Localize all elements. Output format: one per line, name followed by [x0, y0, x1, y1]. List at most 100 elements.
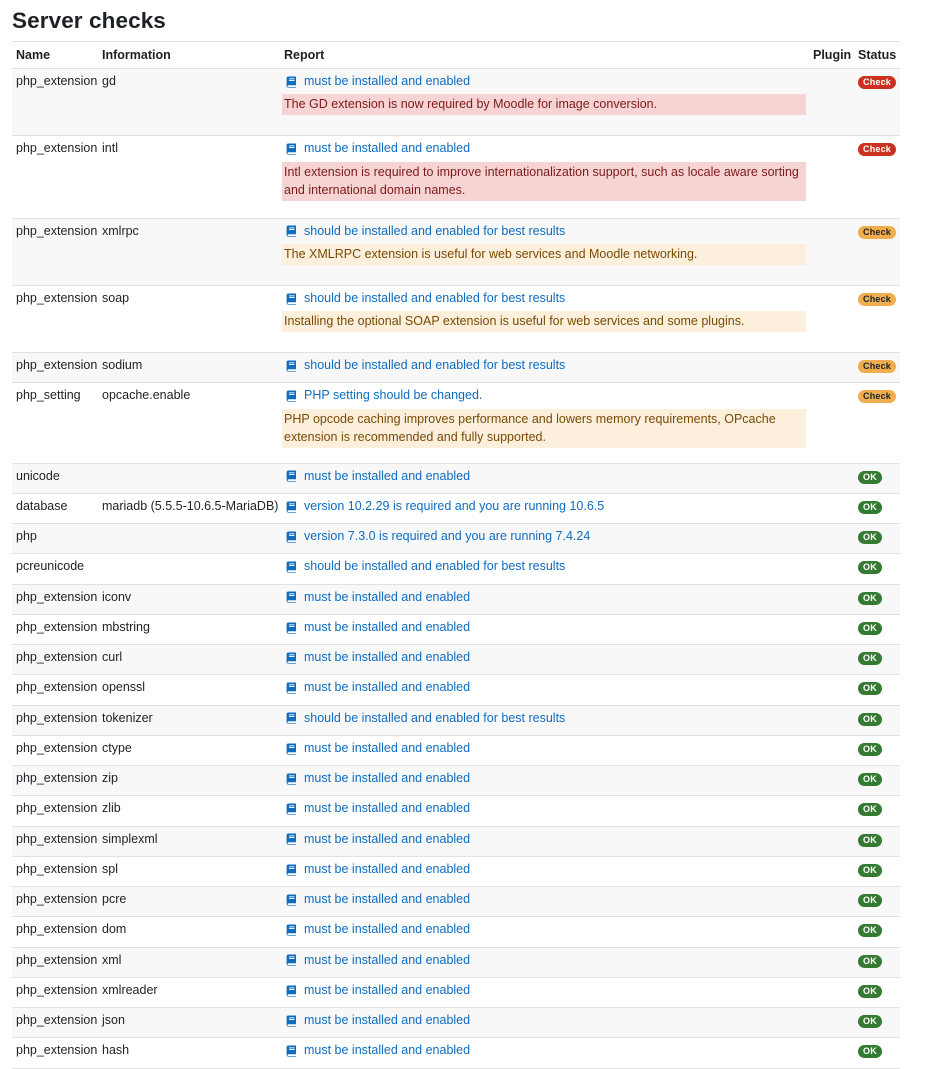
- status-badge[interactable]: OK: [858, 954, 882, 968]
- report-link[interactable]: must be installed and enabled: [284, 983, 470, 998]
- report-text: must be installed and enabled: [304, 831, 471, 846]
- table-row: php_extension xml must be installed and …: [12, 947, 900, 978]
- report-link[interactable]: should be installed and enabled for best…: [284, 290, 566, 306]
- row-name: php_extension: [12, 352, 98, 384]
- row-information: spl: [98, 856, 280, 888]
- report-link[interactable]: must be installed and enabled: [284, 469, 470, 484]
- report-text: must be installed and enabled: [304, 861, 471, 876]
- table-row: database mariadb (5.5.5-10.6.5-MariaDB) …: [12, 493, 900, 525]
- status-badge[interactable]: Check: [858, 225, 897, 239]
- status-badge[interactable]: OK: [858, 833, 882, 847]
- status-badge[interactable]: OK: [858, 531, 882, 544]
- report-link[interactable]: must be installed and enabled: [284, 831, 471, 847]
- book-icon: [286, 652, 297, 664]
- report-link[interactable]: must be installed and enabled: [284, 892, 470, 907]
- report-link[interactable]: must be installed and enabled: [284, 1044, 470, 1058]
- report-link[interactable]: must be installed and enabled: [284, 771, 470, 786]
- row-report: must be installed and enabled: [280, 916, 809, 948]
- row-report: must be installed and enabled: [280, 1007, 809, 1039]
- report-link[interactable]: should be installed and enabled for best…: [284, 710, 566, 726]
- status-badge[interactable]: OK: [858, 500, 882, 514]
- report-link[interactable]: must be installed and enabled: [284, 1013, 471, 1028]
- book-icon: [286, 803, 297, 815]
- row-information: tokenizer: [98, 705, 280, 736]
- row-report: version 7.3.0 is required and you are ru…: [280, 523, 809, 555]
- row-information: pcre: [98, 886, 280, 918]
- status-badge[interactable]: Check: [858, 143, 897, 157]
- status-badge[interactable]: OK: [858, 1015, 882, 1028]
- row-information: xml: [98, 947, 280, 978]
- table-row: php_setting opcache.enable PHP setting s…: [12, 382, 900, 464]
- table-row: php_extension hash must be installed and…: [12, 1037, 900, 1069]
- status-badge[interactable]: OK: [858, 924, 882, 938]
- report-link[interactable]: must be installed and enabled: [284, 74, 470, 89]
- status-badge[interactable]: OK: [858, 863, 882, 877]
- table-row: php version 7.3.0 is required and you ar…: [12, 523, 900, 555]
- report-link[interactable]: must be installed and enabled: [284, 923, 470, 937]
- book-icon: [286, 531, 297, 543]
- row-plugin: [809, 285, 854, 354]
- status-badge[interactable]: OK: [858, 561, 882, 575]
- row-information: openssl: [98, 674, 280, 706]
- status-badge[interactable]: OK: [858, 1045, 882, 1059]
- report-text: should be installed and enabled for best…: [304, 710, 566, 725]
- report-link[interactable]: should be installed and enabled for best…: [284, 560, 565, 574]
- status-badge[interactable]: OK: [858, 984, 882, 998]
- row-information: hash: [98, 1037, 280, 1069]
- column-header-report: Report: [280, 41, 809, 69]
- row-report: must be installed and enabled: [280, 795, 809, 827]
- status-badge[interactable]: Check: [858, 360, 897, 373]
- status-badge[interactable]: OK: [858, 742, 882, 756]
- report-text: must be installed and enabled: [304, 1013, 471, 1027]
- report-link[interactable]: must be installed and enabled: [284, 802, 470, 816]
- row-name: php_extension: [12, 674, 98, 706]
- row-name: php_extension: [12, 584, 98, 615]
- report-link[interactable]: version 7.3.0 is required and you are ru…: [284, 529, 590, 544]
- status-badge[interactable]: OK: [858, 803, 882, 817]
- row-report: must be installed and enabled: [280, 886, 809, 918]
- report-link[interactable]: PHP setting should be changed.: [284, 389, 482, 403]
- row-report: must be installed and enabled: [280, 584, 809, 615]
- report-link[interactable]: must be installed and enabled: [284, 861, 471, 877]
- status-badge[interactable]: OK: [858, 712, 882, 726]
- row-information: sodium: [98, 352, 280, 384]
- report-link[interactable]: version 10.2.29 is required and you are …: [284, 499, 604, 514]
- report-link[interactable]: must be installed and enabled: [284, 650, 470, 665]
- report-link[interactable]: should be installed and enabled for best…: [284, 224, 565, 239]
- report-link[interactable]: must be installed and enabled: [284, 620, 470, 635]
- status-badge[interactable]: Check: [858, 390, 897, 404]
- row-name: php_extension: [12, 916, 98, 948]
- report-text: should be installed and enabled for best…: [304, 290, 566, 305]
- row-plugin: [809, 463, 854, 494]
- report-link[interactable]: must be installed and enabled: [284, 681, 470, 695]
- report-link[interactable]: must be installed and enabled: [284, 590, 470, 605]
- status-badge[interactable]: OK: [858, 652, 882, 665]
- status-badge[interactable]: OK: [858, 682, 882, 696]
- row-information: soap: [98, 285, 280, 354]
- report-link[interactable]: must be installed and enabled: [284, 741, 470, 756]
- report-link[interactable]: should be installed and enabled for best…: [284, 358, 565, 373]
- report-message: The XMLRPC extension is useful for web s…: [282, 243, 806, 265]
- status-badge[interactable]: OK: [858, 773, 882, 786]
- row-status: OK: [854, 463, 900, 494]
- status-badge[interactable]: OK: [858, 894, 882, 907]
- status-badge[interactable]: Check: [858, 76, 897, 89]
- row-information: intl: [98, 135, 280, 219]
- book-icon: [286, 954, 297, 966]
- row-status: OK: [854, 523, 900, 555]
- row-plugin: [809, 795, 854, 827]
- status-badge[interactable]: Check: [858, 292, 897, 306]
- table-row: php_extension intl must be installed and…: [12, 135, 900, 219]
- row-name: php_extension: [12, 735, 98, 767]
- report-text: must be installed and enabled: [304, 1043, 471, 1058]
- status-badge[interactable]: OK: [858, 591, 882, 605]
- book-icon: [286, 501, 297, 513]
- server-checks-table: Name Information Report Plugin Status ph…: [12, 41, 900, 1069]
- report-link[interactable]: must be installed and enabled: [284, 142, 470, 156]
- status-badge[interactable]: OK: [858, 470, 882, 484]
- row-information: json: [98, 1007, 280, 1039]
- row-status: OK: [854, 493, 900, 525]
- row-information: dom: [98, 916, 280, 948]
- report-link[interactable]: must be installed and enabled: [284, 953, 470, 968]
- status-badge[interactable]: OK: [858, 621, 882, 635]
